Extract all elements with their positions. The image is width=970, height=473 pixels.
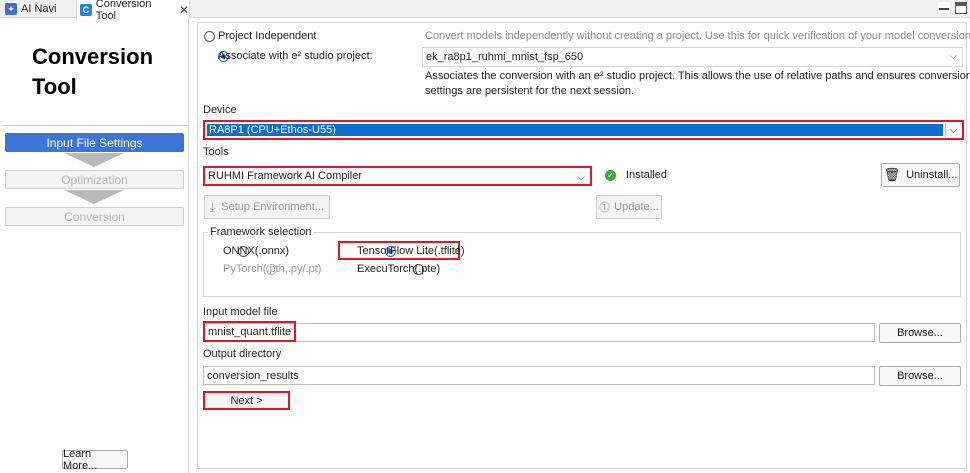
project-independent-label[interactable]: Project Independent (218, 30, 316, 42)
device-select[interactable]: RA8P1 (CPU+Ethos-U55) ⌵ (203, 120, 964, 140)
download-icon: ⤓ (209, 199, 216, 214)
maximize-button[interactable] (955, 2, 967, 14)
associate-project-label[interactable]: Associate with e² studio project: (218, 50, 373, 62)
setup-environment-label: Setup Environment... (221, 201, 325, 213)
next-button[interactable]: Next > (203, 391, 290, 410)
step-arrow-icon (64, 190, 124, 204)
step-conversion: Conversion (5, 207, 184, 226)
tab-ai-navi[interactable]: ✦ AI Navi (2, 0, 72, 18)
uninstall-label: Uninstall... (906, 169, 958, 181)
chevron-down-icon[interactable]: ⌵ (945, 123, 961, 137)
tab-ai-navi-label: AI Navi (21, 3, 57, 15)
output-directory-label: Output directory (203, 348, 282, 360)
update-label: Update... (614, 201, 659, 213)
output-directory-field[interactable]: conversion_results (203, 366, 875, 385)
device-select-value: RA8P1 (CPU+Ethos-U55) (207, 124, 943, 136)
device-label: Device (203, 104, 237, 116)
tflite-label[interactable]: TensorFlow Lite(.tflite) (357, 245, 465, 257)
page-title-line1: Conversion (32, 44, 154, 69)
project-select-value: ek_ra8p1_ruhmi_mnist_fsp_650 (426, 51, 584, 63)
tools-select-value: RUHMI Framework AI Compiler (208, 170, 363, 182)
ai-navi-icon: ✦ (5, 3, 17, 15)
update-icon: ⓵ (599, 202, 611, 214)
executorch-label[interactable]: ExecuTorch(.pte) (357, 263, 440, 275)
sidebar-divider (2, 125, 188, 126)
uninstall-button[interactable]: 🗑 Uninstall... (881, 163, 960, 187)
step-input-file-settings[interactable]: Input File Settings (5, 133, 184, 152)
associate-description-line1: Associates the conversion with an e² stu… (425, 70, 970, 82)
step-arrow-icon (64, 153, 124, 167)
input-model-field[interactable] (203, 323, 875, 342)
input-model-label: Input model file (203, 306, 278, 318)
output-directory-value: conversion_results (207, 369, 299, 382)
browse-output-button[interactable]: Browse... (879, 366, 961, 386)
tools-select[interactable]: RUHMI Framework AI Compiler ⌵ (203, 166, 592, 186)
chevron-down-icon: ⌵ (577, 172, 585, 183)
tools-label: Tools (203, 146, 229, 158)
installed-status: Installed (626, 169, 667, 181)
framework-selection-title: Framework selection (208, 226, 314, 238)
close-icon[interactable]: ✕ (179, 3, 189, 17)
page-title: Conversion Tool (32, 42, 182, 102)
update-button: ⓵ Update... (596, 195, 662, 219)
setup-environment-button: ⤓ Setup Environment... (204, 195, 330, 219)
trash-icon: 🗑 (883, 167, 901, 182)
tab-conversion-tool[interactable]: C Conversion Tool ✕ (76, 0, 190, 22)
check-circle-icon: ✓ (605, 170, 616, 181)
minimize-button[interactable] (938, 2, 950, 14)
input-model-value[interactable]: mnist_quant.tflite (203, 321, 296, 342)
associate-description-line2: settings are persistent for the next ses… (425, 85, 635, 97)
browse-input-button[interactable]: Browse... (879, 323, 961, 343)
onnx-label[interactable]: ONNX(.onnx) (223, 245, 289, 257)
chevron-down-icon: ⌵ (949, 51, 957, 62)
project-independent-description: Convert models independently without cre… (425, 30, 970, 42)
learn-more-button[interactable]: Learn More... (62, 448, 128, 472)
pytorch-label: PyTorch(.pth,.py/.pt) (223, 263, 322, 275)
project-select[interactable]: ek_ra8p1_ruhmi_mnist_fsp_650 ⌵ (422, 47, 963, 67)
page-title-line2: Tool (32, 74, 77, 99)
project-independent-radio[interactable] (204, 31, 215, 42)
step-optimization: Optimization (5, 170, 184, 189)
conversion-tool-icon: C (80, 3, 92, 16)
